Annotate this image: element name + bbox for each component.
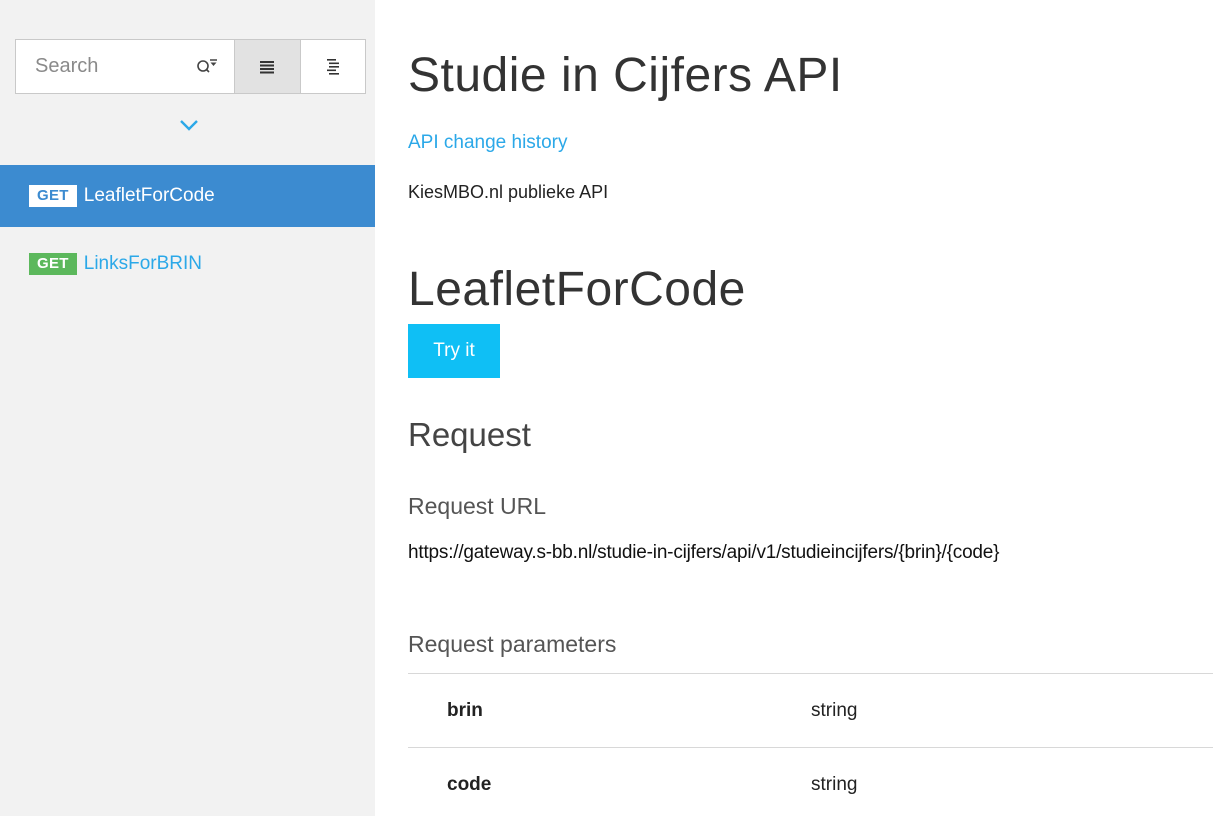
- search-bar: [15, 39, 366, 94]
- grouped-view-button[interactable]: [299, 40, 365, 93]
- search-input[interactable]: [35, 55, 185, 78]
- request-parameters-table: brin string code string: [408, 673, 1213, 816]
- table-row: brin string: [408, 673, 1213, 747]
- request-parameters-label: Request parameters: [408, 631, 617, 657]
- sidebar-item-linksforbrin[interactable]: GET LinksForBRIN: [0, 233, 375, 295]
- search-field[interactable]: [16, 40, 234, 93]
- chevron-down-icon[interactable]: [178, 118, 200, 132]
- table-row: code string: [408, 747, 1213, 816]
- sidebar-item-label: LinksForBRIN: [83, 253, 202, 274]
- request-heading: Request: [408, 416, 531, 453]
- get-method-badge: GET: [29, 185, 77, 207]
- param-name: code: [447, 773, 492, 795]
- grouped-list-icon: [326, 58, 339, 75]
- api-change-history-link[interactable]: API change history: [408, 132, 567, 154]
- sidebar-item-label: LeafletForCode: [83, 185, 215, 206]
- sidebar-item-leafletforcode[interactable]: GET LeafletForCode: [0, 165, 375, 227]
- param-type: string: [811, 699, 858, 721]
- param-type: string: [811, 773, 858, 795]
- main-content: Studie in Cijfers API API change history…: [408, 0, 1213, 816]
- try-it-button[interactable]: Try it: [408, 324, 500, 378]
- search-filter-icon[interactable]: [196, 57, 218, 77]
- request-url: https://gateway.s-bb.nl/studie-in-cijfer…: [408, 542, 1000, 563]
- operation-title: LeafletForCode: [408, 263, 746, 316]
- list-view-button[interactable]: [234, 40, 300, 93]
- param-name: brin: [447, 699, 483, 721]
- page-title: Studie in Cijfers API: [408, 49, 843, 102]
- api-description: KiesMBO.nl publieke API: [408, 182, 609, 202]
- sidebar: GET LeafletForCode GET LinksForBRIN: [0, 0, 375, 816]
- request-url-label: Request URL: [408, 493, 547, 519]
- list-icon: [260, 60, 275, 73]
- get-method-badge: GET: [29, 253, 77, 275]
